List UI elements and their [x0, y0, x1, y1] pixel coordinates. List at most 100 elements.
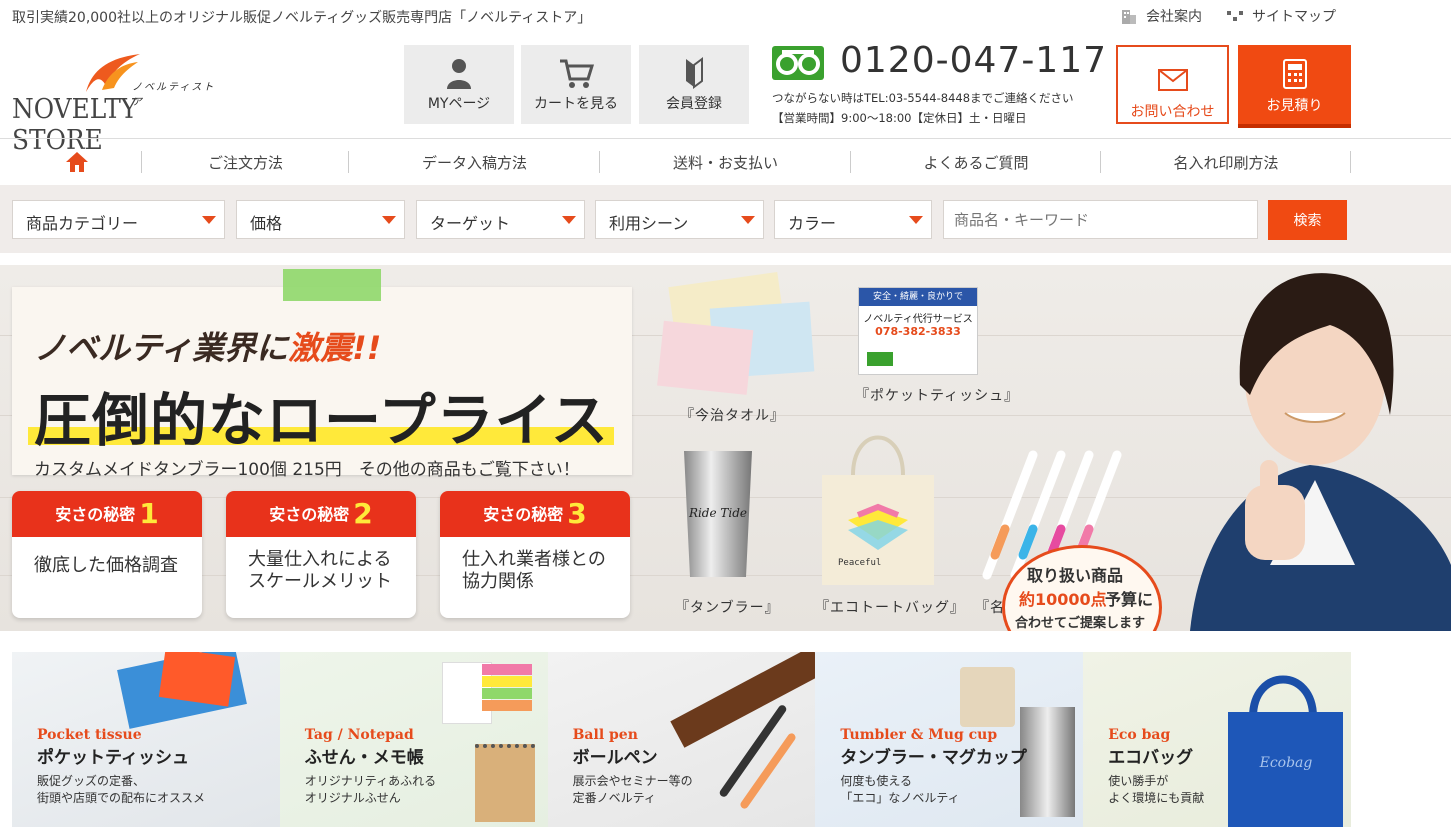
secret-card-1: 安さの秘密 1 徹底した価格調査: [12, 491, 202, 618]
beginner-mark-icon: [686, 57, 703, 89]
phone-block: 0120-047-117 つながらない時はTEL:03-5544-8448までご…: [772, 40, 1112, 127]
nav-faq[interactable]: よくあるご質問: [851, 139, 1101, 185]
category-desc: 街頭や店頭での配布にオススメ: [37, 791, 206, 805]
product-label-towel: 『今治タオル』: [680, 408, 785, 424]
category-en: Eco bag: [1108, 727, 1171, 743]
sticky-tab: [481, 664, 532, 675]
category-desc: 何度も使える: [840, 774, 913, 788]
register-label: 会員登録: [666, 96, 722, 112]
towel-image: [657, 271, 815, 395]
category-tile-ballpen[interactable]: Ball pen ボールペン 展示会やセミナー等の 定番ノベルティ: [547, 652, 816, 827]
category-desc: オリジナリティあふれる: [304, 774, 437, 788]
secret-card-line: 大量仕入れによる: [248, 549, 392, 570]
nav-home[interactable]: [12, 139, 142, 185]
tumbler-photo: [1020, 707, 1076, 817]
bubble-line: 予算に: [1105, 590, 1154, 609]
secret-card-line: 仕入れ業者様との: [462, 549, 606, 570]
contact-label: お問い合わせ: [1130, 104, 1215, 120]
hero-banner[interactable]: ノベルティ業界に激震!! 圧倒的なロープライス カスタムメイドタンブラー100個…: [0, 265, 1451, 631]
category-desc: 展示会やセミナー等の: [572, 774, 693, 788]
secret-card-header: 安さの秘密 2: [226, 491, 416, 537]
secret-card-3: 安さの秘密 3 仕入れ業者様との 協力関係: [440, 491, 630, 618]
category-en: Tumbler & Mug cup: [840, 727, 998, 743]
mug-photo: [960, 667, 1016, 727]
hero-headline-a: ノベルティ業界: [34, 329, 257, 367]
category-tiles: Pocket tissue ポケットティッシュ 販促グッズの定番、 街頭や店頭で…: [12, 652, 1351, 827]
category-select-value: 商品カテゴリー: [26, 214, 139, 233]
secret-card-line: 徹底した価格調査: [34, 555, 178, 576]
phone-alt: つながらない時はTEL:03-5544-8448までご連絡ください: [772, 91, 1074, 105]
nav-data-upload[interactable]: データ入稿方法: [349, 139, 600, 185]
category-tile-tumbler[interactable]: Tumbler & Mug cup タンブラー・マグカップ 何度も使える 「エコ…: [815, 652, 1084, 827]
category-tile-notepad[interactable]: Tag / Notepad ふせん・メモ帳 オリジナリティあふれる オリジナルふ…: [279, 652, 548, 827]
secret-card-header: 安さの秘密 3: [440, 491, 630, 537]
price-select[interactable]: 価格: [236, 200, 405, 239]
secret-card-number: 3: [567, 497, 587, 530]
hero-sub: カスタムメイドタンブラー100個 215円 その他の商品もご覧下さい！: [34, 460, 580, 480]
scene-select[interactable]: 利用シーン: [595, 200, 764, 239]
category-jp: タンブラー・マグカップ: [840, 748, 1027, 768]
keyword-input[interactable]: [943, 200, 1258, 239]
hero-headline: ノベルティ業界に激震!!: [34, 323, 381, 369]
color-select[interactable]: カラー: [774, 200, 932, 239]
phone-number[interactable]: 0120-047-117: [840, 40, 1107, 81]
search-button[interactable]: 検索: [1268, 200, 1347, 240]
sitemap-link[interactable]: サイトマップ: [1226, 6, 1336, 26]
nav-printing[interactable]: 名入れ印刷方法: [1101, 139, 1351, 185]
sticky-tab: [481, 700, 532, 711]
tissue-phone-text: 078-382-3833: [875, 325, 961, 338]
freedial-icon: [772, 46, 824, 80]
category-tile-tissue[interactable]: Pocket tissue ポケットティッシュ 販促グッズの定番、 街頭や店頭で…: [12, 652, 280, 827]
register-button[interactable]: 会員登録: [639, 45, 749, 124]
product-label-tumbler: 『タンブラー』: [675, 600, 780, 616]
secret-card-body: 徹底した価格調査: [12, 537, 202, 577]
tape-decoration: [283, 269, 381, 301]
secret-card-header: 安さの秘密 1: [12, 491, 202, 537]
company-link[interactable]: 会社案内: [1120, 6, 1202, 26]
sticky-tab: [481, 688, 532, 699]
category-desc: 使い勝手が: [1108, 774, 1169, 788]
building-icon: [1122, 10, 1136, 24]
mypage-button[interactable]: MYページ: [404, 45, 514, 124]
cart-button[interactable]: カートを見る: [521, 45, 631, 124]
hero-headline-b: に: [256, 329, 289, 367]
price-select-value: 価格: [250, 214, 283, 233]
contact-button[interactable]: お問い合わせ: [1116, 45, 1229, 124]
color-select-value: カラー: [788, 214, 837, 233]
tote-bag-image: Peaceful: [822, 435, 934, 585]
dropdown-arrow-icon: [909, 216, 923, 224]
secret-card-2: 安さの秘密 2 大量仕入れによる スケールメリット: [226, 491, 416, 618]
site-tagline: 取引実績20,000社以上のオリジナル販促ノベルティグッズ販売専門店「ノベルティ…: [12, 10, 592, 26]
sitemap-icon: [1227, 11, 1243, 21]
category-select[interactable]: 商品カテゴリー: [12, 200, 225, 239]
nav-order[interactable]: ご注文方法: [142, 139, 349, 185]
secret-card-label: 安さの秘密: [269, 505, 350, 524]
category-desc: オリジナルふせん: [304, 791, 401, 805]
secret-card-body: 大量仕入れによる スケールメリット: [226, 537, 416, 593]
cart-label: カートを見る: [534, 96, 618, 112]
mypage-label: MYページ: [427, 96, 491, 112]
scene-select-value: 利用シーン: [609, 214, 689, 233]
product-label-tissue: 『ポケットティッシュ』: [855, 388, 1020, 404]
hero-main: 圧倒的なロープライス: [34, 388, 609, 454]
target-select[interactable]: ターゲット: [416, 200, 585, 239]
site-logo[interactable]: ノベルティストア NOVELTY STORE: [12, 48, 222, 156]
car-icon: [867, 352, 893, 366]
user-icon: [447, 59, 471, 89]
tote-text: Peaceful: [838, 558, 881, 568]
hero-headline-panel: ノベルティ業界に激震!! 圧倒的なロープライス カスタムメイドタンブラー100個…: [12, 287, 632, 480]
hero-headline-c: 激震!!: [288, 329, 382, 367]
calculator-icon: [1282, 59, 1307, 89]
dropdown-arrow-icon: [741, 216, 755, 224]
nav-shipping[interactable]: 送料・お支払い: [600, 139, 851, 185]
person-thumbs-up-image: [1190, 273, 1451, 631]
estimate-button[interactable]: お見積り: [1238, 45, 1351, 128]
ecobag-text: Ecobag: [1259, 755, 1313, 771]
mail-icon: [1157, 69, 1188, 91]
secret-card-number: 1: [139, 497, 159, 530]
category-tile-ecobag[interactable]: Ecobag Eco bag エコバッグ 使い勝手が よく環境にも貢献: [1083, 652, 1351, 827]
kraft-notepad: [474, 744, 535, 822]
secret-card-number: 2: [353, 497, 373, 530]
main-nav: ご注文方法 データ入稿方法 送料・お支払い よくあるご質問 名入れ印刷方法: [0, 138, 1451, 184]
business-hours: 【営業時間】9:00～18:00【定休日】土・日曜日: [772, 111, 1027, 125]
